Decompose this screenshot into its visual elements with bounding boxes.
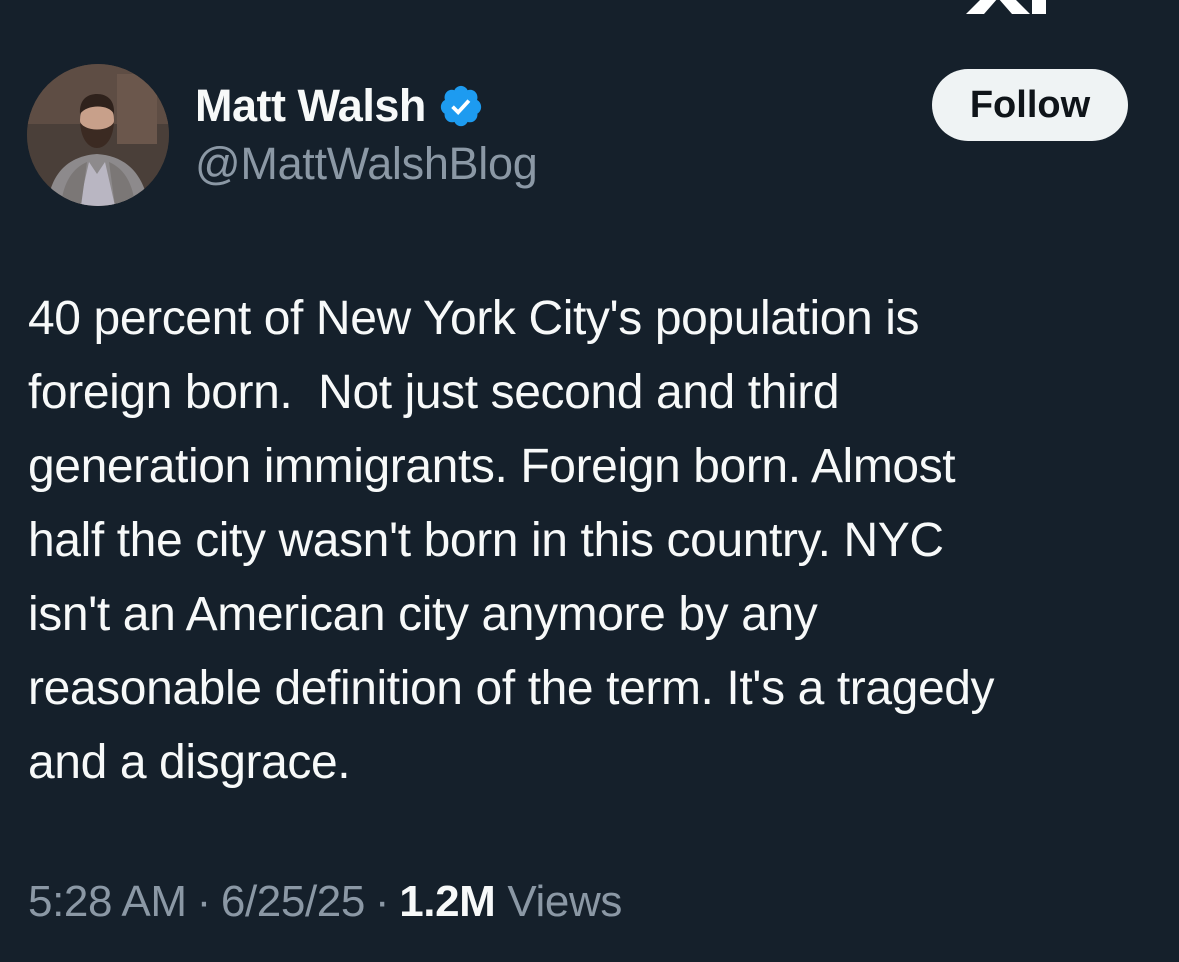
tweet-metadata: 5:28 AM · 6/25/25 · 1.2M Views [28, 872, 622, 932]
tweet-text-line: generation immigrants. Foreign born. Alm… [28, 440, 956, 493]
tweet-text-line: isn't an American city anymore by any [28, 588, 818, 641]
tweet-screen: Matt Walsh @MattWalshBlog Follow 40 perc… [0, 0, 1179, 962]
tweet-text-line: reasonable definition of the term. It's … [28, 662, 995, 715]
tweet-text: 40 percent of New York City's population… [28, 282, 1158, 800]
verified-badge-icon[interactable] [438, 83, 484, 129]
cropped-logo-icon [958, 0, 1048, 14]
avatar[interactable] [27, 64, 169, 206]
meta-separator: · [196, 877, 212, 926]
follow-button[interactable]: Follow [932, 69, 1128, 141]
author-name-row: Matt Walsh [195, 78, 484, 134]
author-handle[interactable]: @MattWalshBlog [195, 138, 538, 190]
tweet-time[interactable]: 5:28 AM [28, 877, 187, 927]
tweet-text-line: half the city wasn't born in this countr… [28, 514, 944, 567]
views-label[interactable]: Views [507, 877, 622, 927]
views-count[interactable]: 1.2M [399, 877, 496, 927]
tweet-text-line: 40 percent of New York City's population… [28, 292, 920, 345]
tweet-text-line: and a disgrace. [28, 736, 351, 789]
author-display-name[interactable]: Matt Walsh [195, 80, 426, 132]
tweet-text-line: foreign born. Not just second and third [28, 366, 840, 419]
meta-separator: · [374, 877, 390, 926]
profile-photo-avatar [27, 64, 169, 206]
tweet-date[interactable]: 6/25/25 [221, 877, 365, 927]
